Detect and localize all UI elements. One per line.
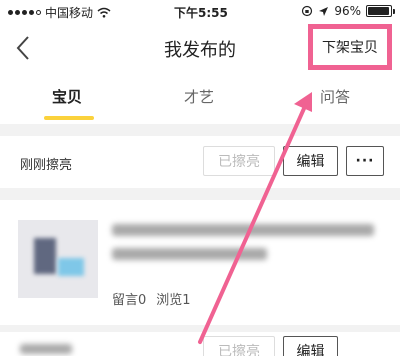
tab-qa[interactable]: 问答 (320, 86, 350, 107)
polish-status-text: 刚刚擦亮 (20, 158, 73, 173)
active-tab-indicator (44, 116, 94, 120)
item-meta: 留言0 浏览1 (112, 289, 191, 308)
more-options-button[interactable]: ··· (346, 146, 384, 176)
tab-talents[interactable]: 才艺 (184, 86, 214, 107)
listing-action-row-2: 已擦亮 编辑 (0, 332, 400, 356)
status-time: 下午5:55 (174, 6, 228, 20)
battery-fill (368, 7, 390, 15)
battery-icon (366, 5, 395, 17)
carrier-group: 中国移动 (8, 4, 111, 21)
status-bar: 中国移动 下午5:55 96% (0, 0, 400, 24)
item-thumbnail (18, 220, 98, 298)
edit-button[interactable]: 编辑 (283, 146, 338, 176)
location-arrow-icon (319, 6, 329, 16)
polished-button[interactable]: 已擦亮 (203, 146, 275, 176)
delist-item-button[interactable]: 下架宝贝 (308, 24, 392, 70)
item-desc-blurred (112, 248, 267, 260)
comment-count: 留言0 (112, 293, 147, 308)
listing-action-row: 刚刚擦亮 已擦亮 编辑 ··· (0, 136, 400, 188)
listing-item[interactable]: 留言0 浏览1 (0, 200, 400, 325)
carrier-name: 中国移动 (45, 6, 94, 20)
nav-bar: 我发布的 下架宝贝 (0, 24, 400, 72)
wifi-icon (97, 7, 111, 18)
view-count: 浏览1 (156, 293, 191, 308)
polished-button-2[interactable]: 已擦亮 (203, 336, 275, 356)
status-right-group: 96% (301, 4, 395, 18)
item-title-blurred (112, 224, 374, 236)
battery-percent: 96% (334, 4, 361, 18)
edit-button-2[interactable]: 编辑 (283, 336, 338, 356)
tab-bar: 宝贝 才艺 问答 (0, 72, 400, 124)
polish-status-blurred (20, 344, 72, 354)
signal-strength-icon (8, 10, 41, 15)
orientation-lock-icon (302, 5, 313, 17)
tab-items[interactable]: 宝贝 (52, 86, 82, 107)
